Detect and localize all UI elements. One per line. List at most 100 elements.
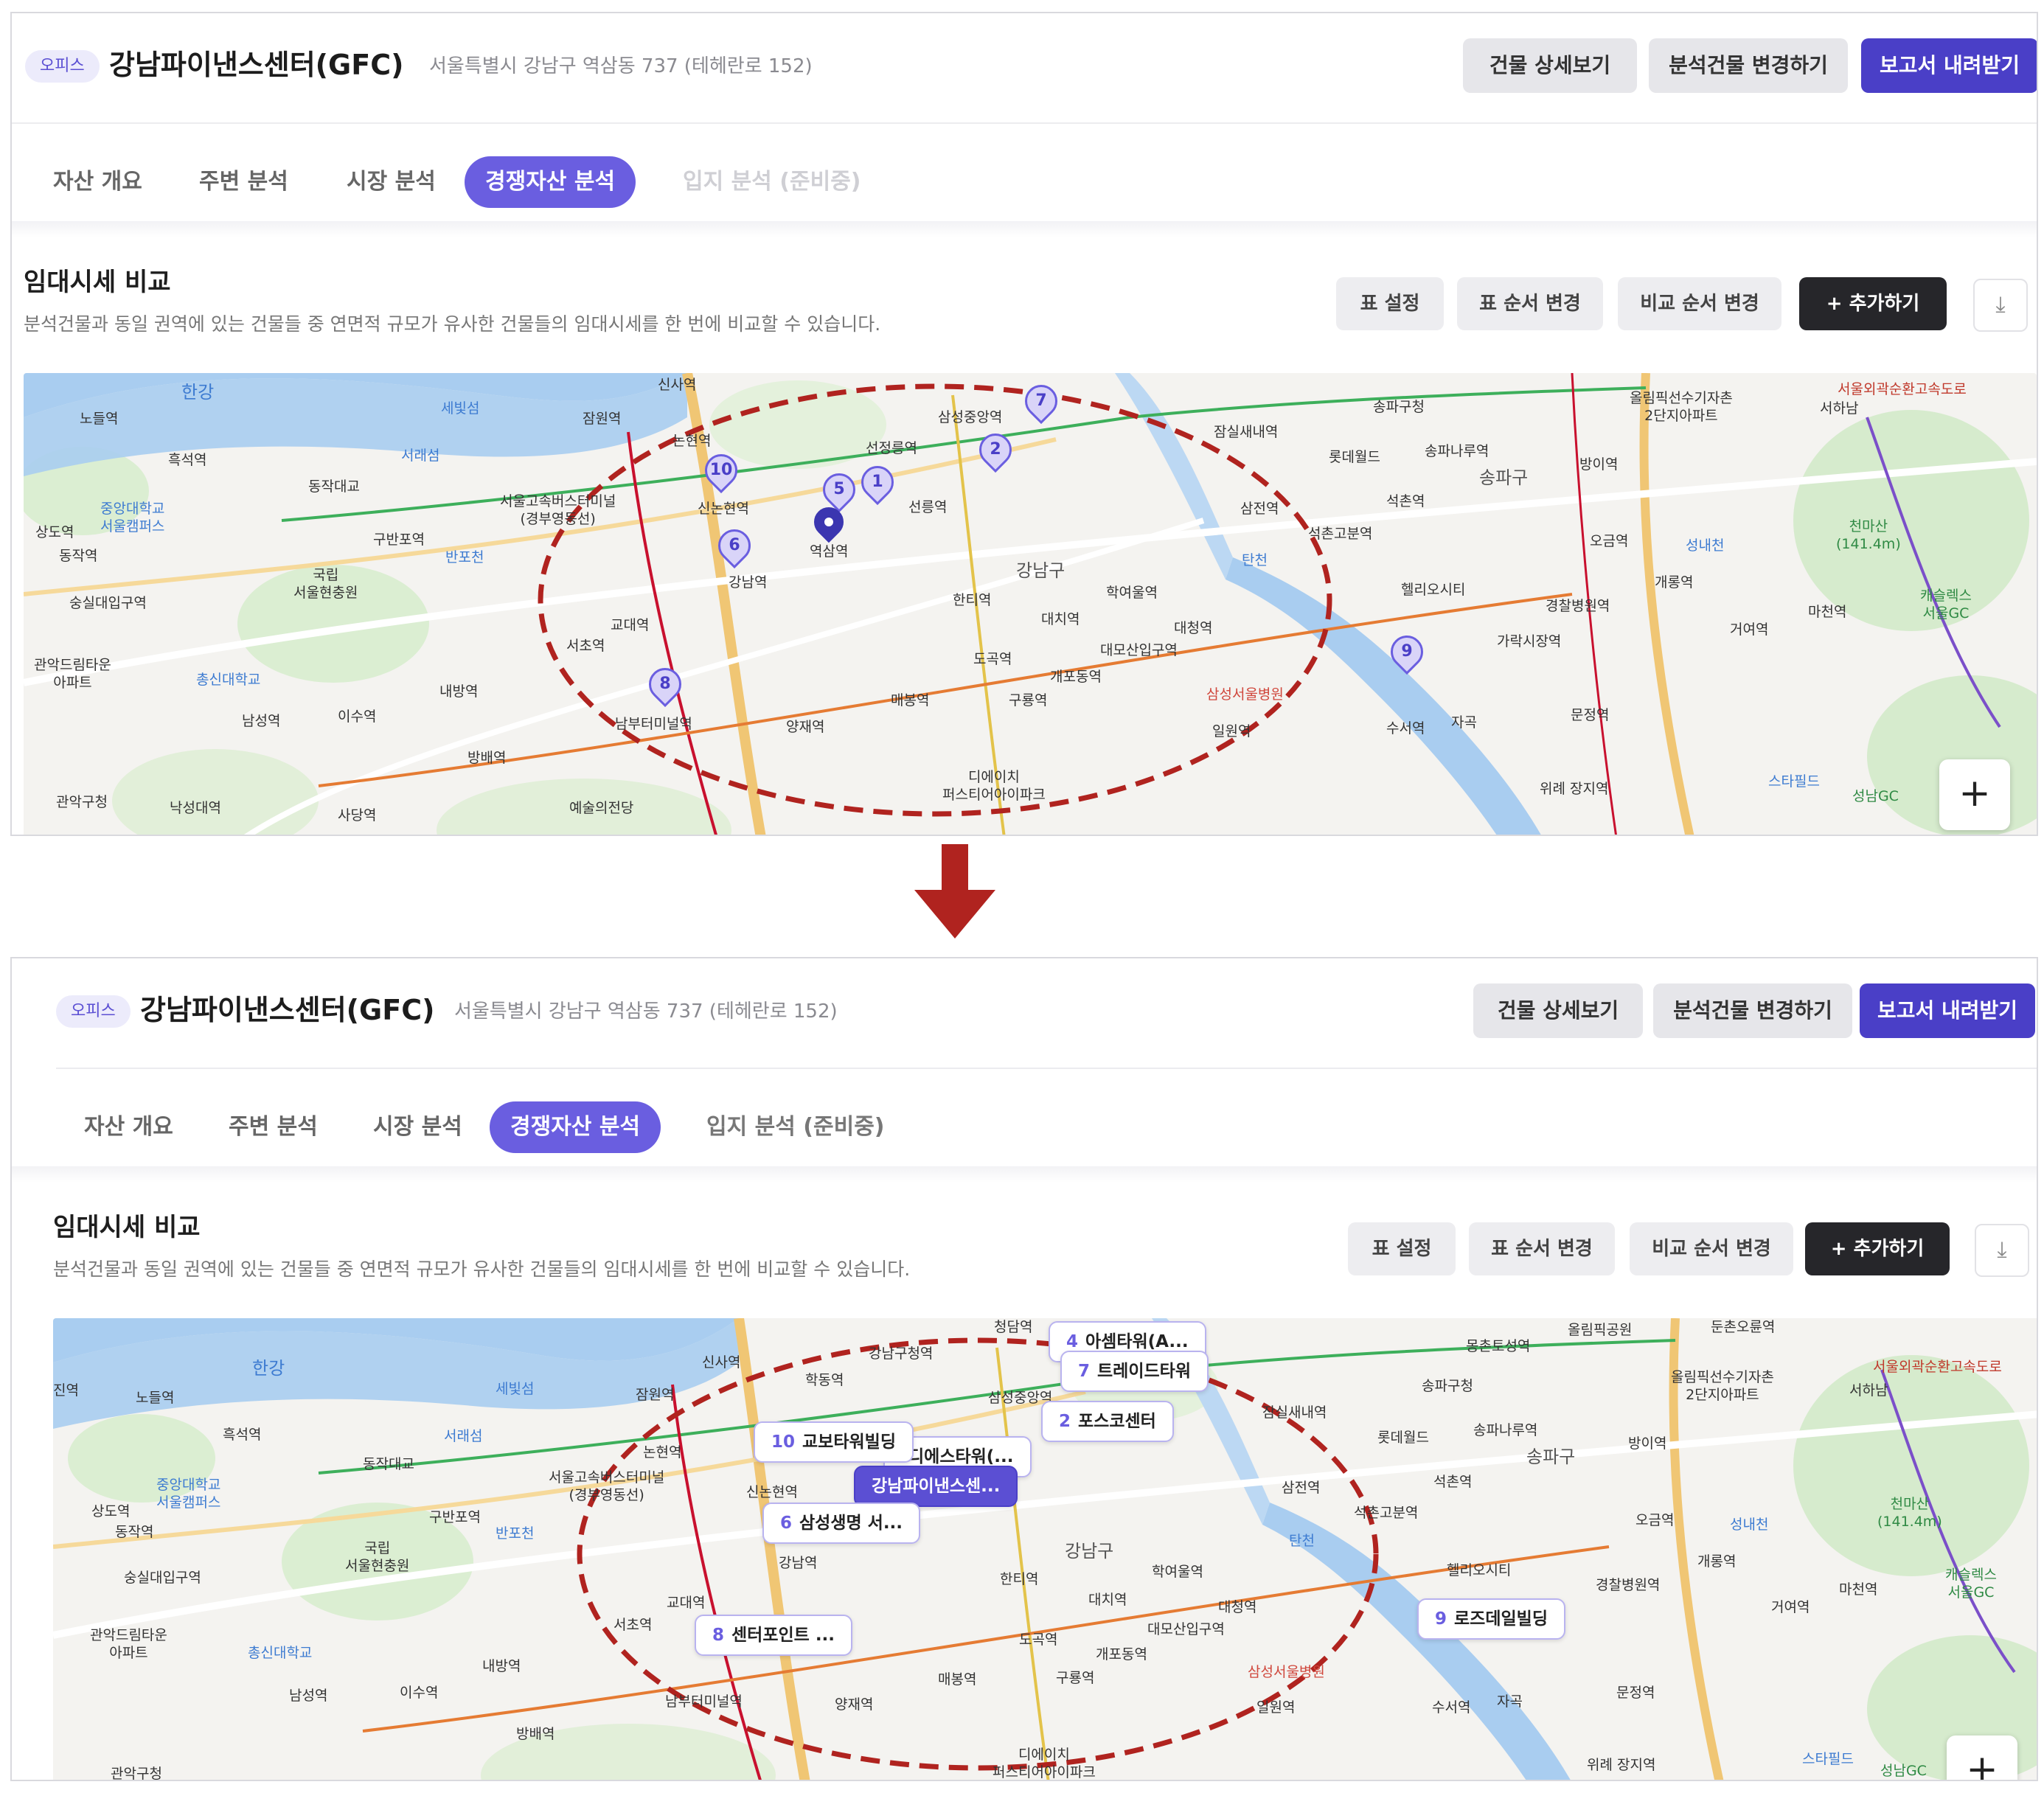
table-order-button[interactable]: 표 순서 변경 <box>1457 277 1603 330</box>
map-label: 남부터미널역 <box>615 716 692 732</box>
tab-asset-overview[interactable]: 자산 개요 <box>63 1101 194 1153</box>
map-label: 문정역 <box>1616 1685 1655 1701</box>
map-label: 구룡역 <box>1009 692 1048 709</box>
compare-order-button[interactable]: 비교 순서 변경 <box>1630 1222 1793 1275</box>
tab-asset-overview[interactable]: 자산 개요 <box>32 156 163 208</box>
zoom-in-button[interactable]: + <box>1947 1735 2017 1780</box>
map-label: 구반포역 <box>373 532 425 548</box>
competitor-callout[interactable]: 2 포스코센터 <box>1041 1401 1174 1442</box>
category-badge: 오피스 <box>56 995 131 1028</box>
target-building-callout[interactable]: 강남파이낸스센... <box>854 1466 1018 1507</box>
map-label: 스타필드 <box>1802 1751 1854 1767</box>
map-label: 관악구청 <box>111 1766 162 1781</box>
building-detail-button[interactable]: 건물 상세보기 <box>1473 983 1643 1038</box>
map-label: 교대역 <box>667 1595 706 1611</box>
change-building-button[interactable]: 분석건물 변경하기 <box>1649 38 1848 93</box>
map-label: 이수역 <box>338 709 377 725</box>
map-label: 매봉역 <box>938 1671 977 1688</box>
map-label: 동작대교 <box>308 478 360 495</box>
map-label: 신논현역 <box>698 501 749 517</box>
map-label: 천마산 (141.4m) <box>1877 1496 1942 1530</box>
map-label: 강남구 <box>1016 560 1066 581</box>
tab-location[interactable]: 입지 분석 (준비중) <box>662 156 882 208</box>
map-label: 삼전역 <box>1240 501 1279 517</box>
download-icon[interactable]: ⤓ <box>1973 279 2028 332</box>
building-detail-button[interactable]: 건물 상세보기 <box>1463 38 1637 93</box>
change-building-button[interactable]: 분석건물 변경하기 <box>1653 983 1852 1038</box>
map-label: 한티역 <box>953 592 992 608</box>
tab-competitor[interactable]: 경쟁자산 분석 <box>465 156 636 208</box>
map-label: 강남역 <box>729 574 768 591</box>
map-label: 중앙대학교 서울캠퍼스 <box>156 1477 221 1511</box>
map-label: 성내천 <box>1686 537 1725 554</box>
header-divider <box>56 1068 2037 1069</box>
map-label: 올림픽선수기자촌 2단지아파트 <box>1630 390 1733 424</box>
map-label: 헬리오시티 <box>1447 1562 1512 1578</box>
map-label: 일원역 <box>1256 1699 1296 1716</box>
download-report-button[interactable]: 보고서 내려받기 <box>1860 983 2035 1038</box>
tab-market[interactable]: 시장 분석 <box>326 156 456 208</box>
map-label: 학여울역 <box>1106 585 1158 601</box>
map-label: 매봉역 <box>891 692 930 709</box>
download-icon[interactable]: ⤓ <box>1975 1224 2029 1277</box>
competitor-callout[interactable]: 6 삼성생명 서... <box>762 1503 921 1544</box>
map-label: 노들역 <box>136 1390 175 1406</box>
map-label: 상도역 <box>91 1503 131 1519</box>
competitor-callout[interactable]: 7 트레이드타워 <box>1060 1351 1209 1392</box>
table-settings-button[interactable]: 표 설정 <box>1348 1222 1456 1275</box>
map-label: 송파구청 <box>1422 1378 1473 1394</box>
competitor-callout[interactable]: 10 교보타워빌딩 <box>754 1421 914 1463</box>
map-label: 거여역 <box>1771 1599 1810 1615</box>
after-panel: 오피스 강남파이낸스센터(GFC) 서울특별시 강남구 역삼동 737 (테헤란… <box>10 957 2038 1781</box>
map-label: 구룡역 <box>1056 1670 1095 1686</box>
map-label: 강남구청역 <box>869 1345 934 1362</box>
map-label: 구반포역 <box>429 1509 481 1525</box>
competitor-callout[interactable]: 8 센터포인트 ... <box>695 1615 853 1656</box>
map-label: 흑석역 <box>223 1427 262 1443</box>
map-label: 동작역 <box>115 1524 154 1540</box>
map-label: 남성역 <box>289 1688 328 1704</box>
map-label: 스타필드 <box>1768 773 1820 790</box>
tab-competitor[interactable]: 경쟁자산 분석 <box>490 1101 661 1153</box>
download-report-button[interactable]: 보고서 내려받기 <box>1861 38 2037 93</box>
map-label: 마천역 <box>1839 1581 1878 1598</box>
tab-bar: 자산 개요 주변 분석 시장 분석 경쟁자산 분석 입지 분석 (준비중) <box>12 146 2037 220</box>
map-label: 가락시장역 <box>1497 633 1562 650</box>
tab-surroundings[interactable]: 주변 분석 <box>178 156 309 208</box>
map-label: 서울고속버스터미널 (경부영동선) <box>549 1469 665 1503</box>
table-order-button[interactable]: 표 순서 변경 <box>1469 1222 1615 1275</box>
map-label: 이수역 <box>400 1685 439 1701</box>
map-label: 잠원역 <box>583 411 622 427</box>
table-settings-button[interactable]: 표 설정 <box>1336 277 1444 330</box>
add-button[interactable]: + 추가하기 <box>1805 1222 1950 1275</box>
map-label: 한강 <box>252 1358 285 1379</box>
section-description: 분석건물과 동일 권역에 있는 건물들 중 연면적 규모가 유사한 건물들의 임… <box>24 313 881 335</box>
competitor-map[interactable]: 한강 신사역 잠원역 논현역 신논현역 강남역 역삼역 선릉역 선정릉역 삼성중… <box>24 373 2037 835</box>
tab-surroundings[interactable]: 주변 분석 <box>208 1101 338 1153</box>
map-label: 서울고속버스터미널 (경부영동선) <box>500 493 616 527</box>
tab-market[interactable]: 시장 분석 <box>352 1101 483 1153</box>
map-label: 오금역 <box>1635 1512 1675 1528</box>
compare-order-button[interactable]: 비교 순서 변경 <box>1618 277 1781 330</box>
building-address: 서울특별시 강남구 역삼동 737 (테헤란로 152) <box>454 1000 838 1023</box>
map-label: 논현역 <box>672 433 712 449</box>
map-label: 서초역 <box>566 638 605 654</box>
map-label: 위례 장지역 <box>1540 781 1609 797</box>
add-button[interactable]: + 추가하기 <box>1799 277 1947 330</box>
map-label: 성내천 <box>1730 1517 1769 1533</box>
zoom-in-button[interactable]: + <box>1939 759 2010 830</box>
transition-arrow-icon <box>914 844 995 939</box>
map-label: 방배역 <box>516 1726 555 1742</box>
map-label: 노들역 <box>80 411 119 427</box>
map-label: 대청역 <box>1174 620 1213 636</box>
competitor-map[interactable]: 한강 진역 노들역 흑석역 중앙대학교 서울캠퍼스 동작역 상도역 숭실대입구역… <box>53 1318 2037 1781</box>
map-label: 내방역 <box>482 1658 521 1674</box>
map-label: 송파나루역 <box>1425 443 1489 459</box>
map-label: 문정역 <box>1571 707 1610 723</box>
map-label: 위례 장지역 <box>1587 1757 1656 1773</box>
competitor-callout[interactable]: 9 로즈데일빌딩 <box>1417 1598 1565 1640</box>
map-label: 반포천 <box>445 549 484 565</box>
tab-location[interactable]: 입지 분석 (준비중) <box>686 1101 905 1153</box>
map-label: 대모산입구역 <box>1147 1621 1225 1637</box>
building-address: 서울특별시 강남구 역삼동 737 (테헤란로 152) <box>429 55 813 77</box>
